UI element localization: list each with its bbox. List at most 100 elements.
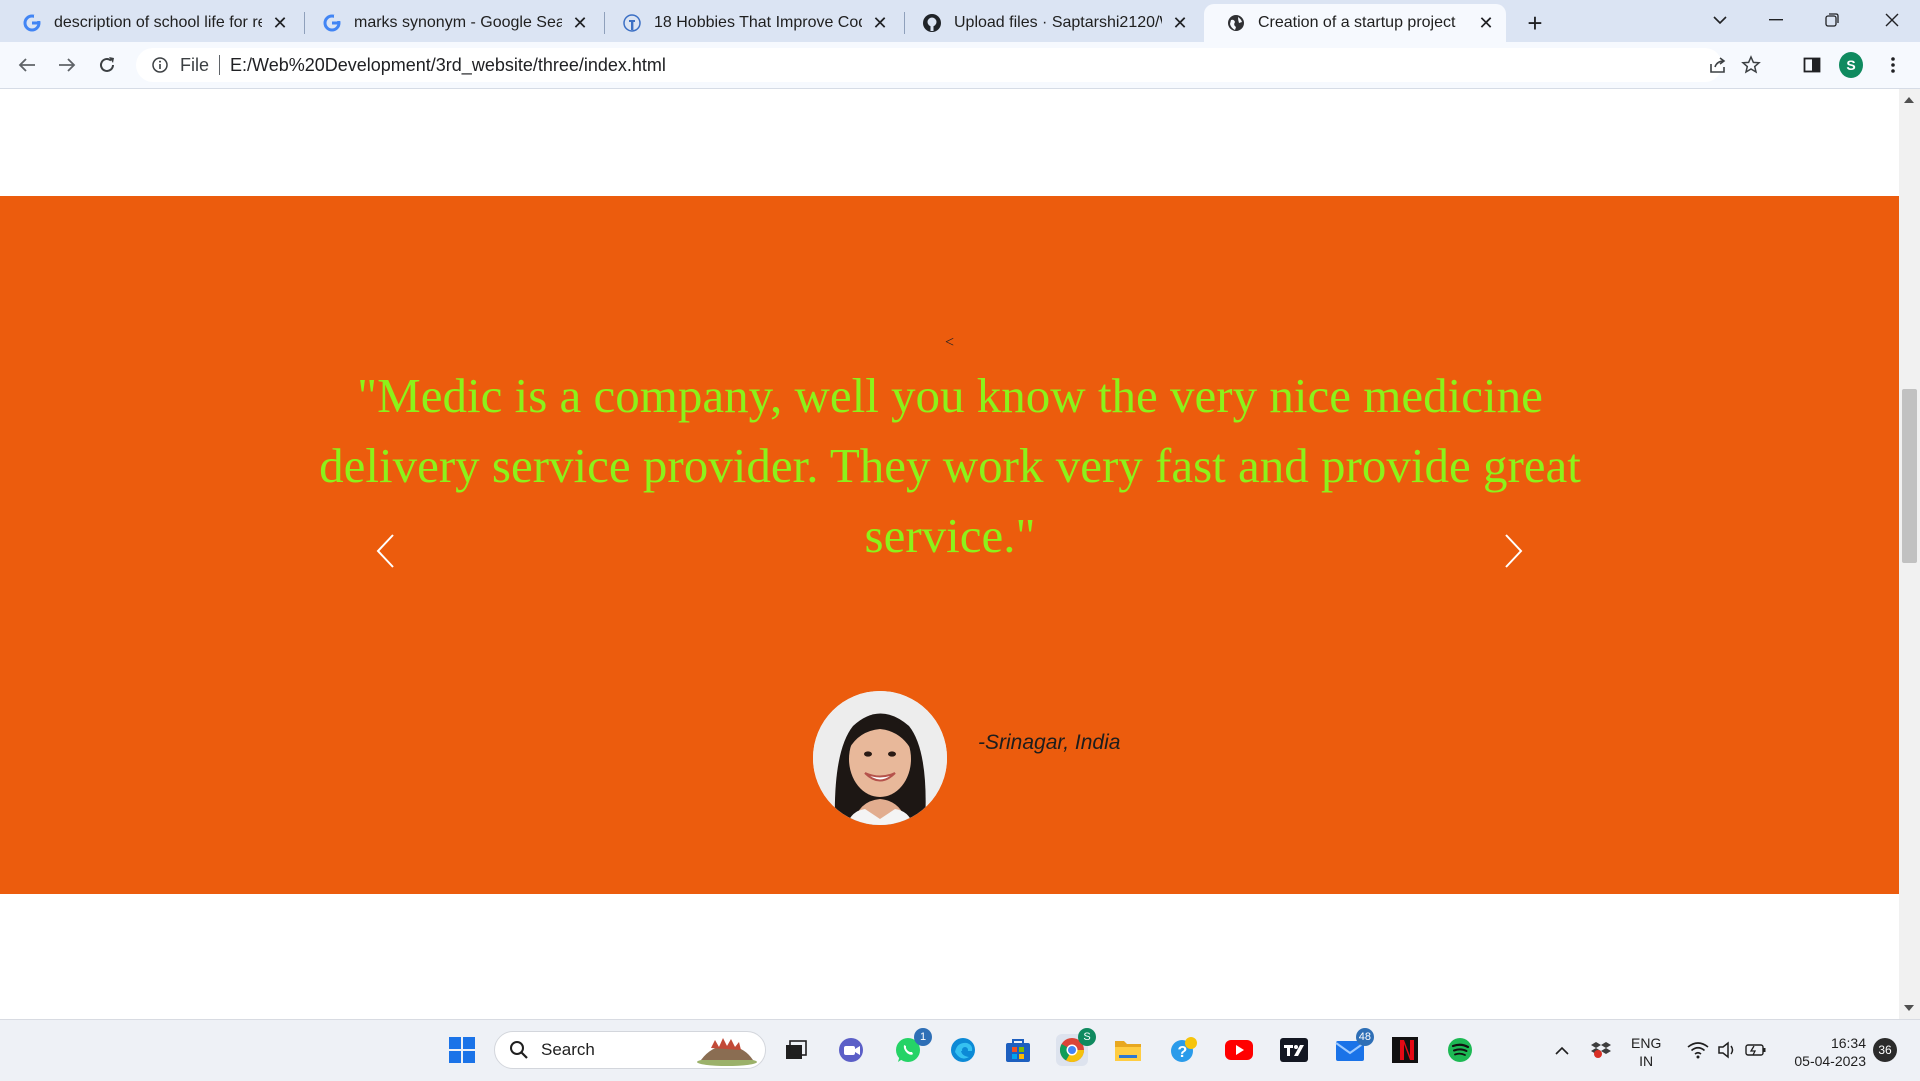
github-icon — [922, 13, 942, 33]
carousel-prev-button[interactable] — [370, 531, 400, 571]
bookmark-star-icon[interactable] — [1739, 53, 1763, 77]
youtube-icon[interactable] — [1223, 1034, 1255, 1066]
profile-avatar[interactable]: S — [1839, 52, 1863, 78]
teams-meet-icon[interactable] — [836, 1034, 868, 1066]
chrome-icon[interactable]: S — [1056, 1028, 1096, 1066]
tab-search-button[interactable] — [1692, 0, 1748, 40]
clock-date: 05-04-2023 — [1794, 1053, 1866, 1069]
dropbox-sync-icon[interactable] — [1585, 1034, 1617, 1066]
info-icon[interactable] — [150, 55, 170, 75]
scroll-down-arrow-icon[interactable] — [1904, 1005, 1914, 1011]
address-bar[interactable]: File E:/Web%20Development/3rd_website/th… — [136, 48, 1761, 82]
close-icon[interactable]: ✕ — [1476, 13, 1496, 33]
input-language[interactable]: ENG IN — [1631, 1034, 1661, 1070]
microsoft-store-icon[interactable] — [1002, 1034, 1034, 1066]
dinosaur-highlight-icon — [697, 1038, 757, 1066]
edge-icon[interactable] — [947, 1034, 979, 1066]
minimize-button[interactable] — [1748, 0, 1804, 40]
windows-logo-icon — [449, 1037, 475, 1063]
reload-button[interactable] — [92, 50, 122, 80]
clock-time: 16:34 — [1830, 1035, 1866, 1051]
windows-taskbar: Search 1 S ? 48 ENG IN 16:34 05-04-2023 … — [0, 1019, 1920, 1081]
whatsapp-badge: 1 — [914, 1028, 932, 1046]
chevron-left-icon — [376, 534, 394, 568]
forward-button[interactable] — [52, 50, 82, 80]
carousel-next-button[interactable] — [1499, 531, 1529, 571]
tab-title: Upload files · Saptarshi2120/Web — [954, 14, 1162, 31]
close-icon[interactable]: ✕ — [870, 13, 890, 33]
notification-count-badge[interactable]: 36 — [1873, 1038, 1897, 1062]
page-scrollbar[interactable] — [1899, 89, 1920, 1019]
show-hidden-icons-chevron-up-icon[interactable] — [1546, 1034, 1578, 1066]
tab-title: 18 Hobbies That Improve Coding — [654, 14, 862, 31]
web-page: < "Medic is a company, well you know the… — [0, 89, 1899, 1019]
svg-text:?: ? — [1178, 1044, 1188, 1061]
testimonial-quote: "Medic is a company, well you know the v… — [319, 368, 1581, 563]
tab-title: Creation of a startup project — [1258, 14, 1456, 31]
new-tab-button[interactable]: + — [1520, 8, 1550, 38]
address-scheme: File — [180, 54, 210, 75]
tab-school-life[interactable]: description of school life for resu ✕ — [0, 4, 300, 42]
tab-hobbies-coding[interactable]: 18 Hobbies That Improve Coding ✕ — [600, 4, 900, 42]
testimonial-avatar — [813, 691, 947, 825]
task-view-icon[interactable] — [780, 1034, 812, 1066]
arrow-right-icon — [59, 58, 76, 72]
close-window-button[interactable] — [1864, 0, 1920, 40]
quick-settings[interactable] — [1682, 1034, 1772, 1066]
profile-initial: S — [1839, 52, 1863, 78]
divider — [219, 55, 221, 75]
tradingview-icon[interactable] — [1278, 1034, 1310, 1066]
wifi-icon — [1687, 1042, 1709, 1059]
netflix-icon[interactable] — [1389, 1034, 1421, 1066]
tab-strip: description of school life for resu ✕ ma… — [0, 0, 1920, 42]
testimonial-section: < "Medic is a company, well you know the… — [0, 196, 1899, 894]
mail-icon[interactable]: 48 — [1334, 1028, 1374, 1066]
search-label: Search — [541, 1040, 595, 1059]
back-button[interactable] — [12, 50, 42, 80]
browser-toolbar: File E:/Web%20Development/3rd_website/th… — [0, 42, 1920, 89]
whatsapp-icon[interactable]: 1 — [892, 1028, 932, 1066]
minimize-icon — [1769, 19, 1783, 21]
language-code: ENG — [1631, 1035, 1662, 1051]
file-explorer-icon[interactable] — [1112, 1034, 1144, 1066]
testimonial-author: -Srinagar, India — [978, 731, 1121, 754]
scroll-thumb[interactable] — [1902, 389, 1917, 563]
reload-icon — [100, 57, 114, 72]
tab-title: marks synonym - Google Search — [354, 14, 562, 31]
tab-upload-files[interactable]: Upload files · Saptarshi2120/Web ✕ — [900, 4, 1200, 42]
clock[interactable]: 16:34 05-04-2023 — [1786, 1034, 1866, 1070]
tab-marks-synonym[interactable]: marks synonym - Google Search ✕ — [300, 4, 600, 42]
taskbar-search[interactable]: Search — [494, 1031, 766, 1069]
close-icon[interactable]: ✕ — [1170, 13, 1190, 33]
tab-title: description of school life for resu — [54, 14, 262, 31]
menu-kebab-icon[interactable] — [1881, 53, 1905, 77]
start-button[interactable] — [446, 1034, 478, 1066]
arrow-left-icon — [18, 58, 35, 72]
battery-icon — [1745, 1044, 1766, 1056]
info-f-icon — [622, 13, 642, 33]
close-icon — [1885, 13, 1899, 27]
chrome-profile-badge: S — [1078, 1028, 1096, 1046]
mail-badge: 48 — [1355, 1028, 1374, 1046]
search-icon — [510, 1041, 528, 1059]
spotify-icon[interactable] — [1444, 1034, 1476, 1066]
close-icon[interactable]: ✕ — [570, 13, 590, 33]
url-text[interactable]: E:/Web%20Development/3rd_website/three/i… — [230, 55, 666, 76]
close-icon[interactable]: ✕ — [270, 13, 290, 33]
get-help-icon[interactable]: ? — [1168, 1034, 1200, 1066]
region-code: IN — [1639, 1053, 1654, 1069]
volume-icon — [1718, 1041, 1734, 1059]
globe-icon — [1226, 13, 1246, 33]
restore-button[interactable] — [1804, 0, 1860, 40]
carousel-prev-text[interactable]: < — [945, 334, 954, 352]
chevron-right-icon — [1505, 534, 1523, 568]
tab-startup-project[interactable]: Creation of a startup project ✕ — [1204, 4, 1506, 42]
chevron-down-icon — [1713, 15, 1727, 24]
woman-portrait-image — [813, 691, 947, 825]
share-icon[interactable] — [1706, 53, 1730, 77]
side-panel-icon[interactable] — [1800, 53, 1824, 77]
restore-icon — [1825, 13, 1839, 27]
scroll-up-arrow-icon[interactable] — [1904, 97, 1914, 103]
google-g-icon — [322, 13, 342, 33]
google-g-icon — [22, 13, 42, 33]
